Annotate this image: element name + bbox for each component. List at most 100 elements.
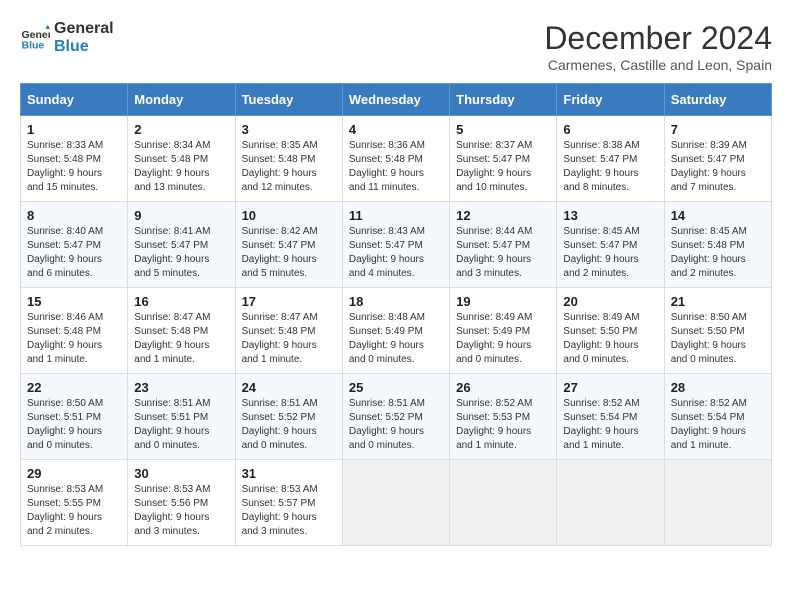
day-number: 2 xyxy=(134,122,228,137)
title-block: December 2024 Carmenes, Castille and Leo… xyxy=(544,20,772,73)
day-number: 20 xyxy=(563,294,657,309)
calendar-cell: 1 Sunrise: 8:33 AMSunset: 5:48 PMDaylight… xyxy=(21,116,128,202)
day-number: 16 xyxy=(134,294,228,309)
calendar-cell: 9Sunrise: 8:41 AMSunset: 5:47 PMDaylight… xyxy=(128,202,235,288)
day-number: 27 xyxy=(563,380,657,395)
calendar-header-row: SundayMondayTuesdayWednesdayThursdayFrid… xyxy=(21,84,772,116)
calendar-cell: 14 Sunrise: 8:45 AMSunset: 5:48 PMDayligh… xyxy=(664,202,771,288)
calendar-week-1: 1 Sunrise: 8:33 AMSunset: 5:48 PMDaylight… xyxy=(21,116,772,202)
calendar-cell: 26 Sunrise: 8:52 AMSunset: 5:53 PMDayligh… xyxy=(450,374,557,460)
calendar-cell: 19Sunrise: 8:49 AMSunset: 5:49 PMDayligh… xyxy=(450,288,557,374)
cell-info: Sunrise: 8:45 AMSunset: 5:47 PMDaylight:… xyxy=(563,226,639,279)
day-number: 19 xyxy=(456,294,550,309)
cell-info: Sunrise: 8:47 AMSunset: 5:48 PMDaylight:… xyxy=(134,312,210,365)
day-number: 6 xyxy=(563,122,657,137)
calendar-cell: 12 Sunrise: 8:44 AMSunset: 5:47 PMDayligh… xyxy=(450,202,557,288)
calendar-cell: 21 Sunrise: 8:50 AMSunset: 5:50 PMDayligh… xyxy=(664,288,771,374)
day-number: 1 xyxy=(27,122,121,137)
calendar-cell xyxy=(342,460,449,546)
calendar-cell: 30 Sunrise: 8:53 AMSunset: 5:56 PMDayligh… xyxy=(128,460,235,546)
cell-info: Sunrise: 8:53 AMSunset: 5:57 PMDaylight:… xyxy=(242,484,318,537)
calendar-cell: 7Sunrise: 8:39 AMSunset: 5:47 PMDaylight… xyxy=(664,116,771,202)
cell-info: Sunrise: 8:51 AMSunset: 5:52 PMDaylight:… xyxy=(242,398,318,451)
day-number: 21 xyxy=(671,294,765,309)
day-number: 8 xyxy=(27,208,121,223)
cell-info: Sunrise: 8:41 AMSunset: 5:47 PMDaylight:… xyxy=(134,226,210,279)
day-number: 26 xyxy=(456,380,550,395)
calendar-cell: 11Sunrise: 8:43 AMSunset: 5:47 PMDayligh… xyxy=(342,202,449,288)
cell-info: Sunrise: 8:53 AMSunset: 5:55 PMDaylight:… xyxy=(27,484,103,537)
day-number: 5 xyxy=(456,122,550,137)
cell-info: Sunrise: 8:47 AMSunset: 5:48 PMDaylight:… xyxy=(242,312,318,365)
cell-info: Sunrise: 8:48 AMSunset: 5:49 PMDaylight:… xyxy=(349,312,425,365)
cell-info: Sunrise: 8:52 AMSunset: 5:54 PMDaylight:… xyxy=(671,398,747,451)
day-number: 31 xyxy=(242,466,336,481)
cell-info: Sunrise: 8:52 AMSunset: 5:53 PMDaylight:… xyxy=(456,398,532,451)
location-subtitle: Carmenes, Castille and Leon, Spain xyxy=(544,57,772,73)
calendar-cell: 29 Sunrise: 8:53 AMSunset: 5:55 PMDayligh… xyxy=(21,460,128,546)
day-number: 14 xyxy=(671,208,765,223)
page-header: General Blue General Blue December 2024 … xyxy=(20,20,772,73)
calendar-body: 1 Sunrise: 8:33 AMSunset: 5:48 PMDaylight… xyxy=(21,116,772,546)
cell-info: Sunrise: 8:49 AMSunset: 5:50 PMDaylight:… xyxy=(563,312,639,365)
cell-info: Sunrise: 8:52 AMSunset: 5:54 PMDaylight:… xyxy=(563,398,639,451)
calendar-cell: 3 Sunrise: 8:35 AMSunset: 5:48 PMDaylight… xyxy=(235,116,342,202)
calendar-cell: 16 Sunrise: 8:47 AMSunset: 5:48 PMDayligh… xyxy=(128,288,235,374)
month-title: December 2024 xyxy=(544,20,772,57)
cell-info: Sunrise: 8:37 AMSunset: 5:47 PMDaylight:… xyxy=(456,140,532,193)
logo: General Blue General Blue xyxy=(20,20,114,55)
day-number: 25 xyxy=(349,380,443,395)
cell-info: Sunrise: 8:34 AMSunset: 5:48 PMDaylight:… xyxy=(134,140,210,193)
calendar-cell: 6Sunrise: 8:38 AMSunset: 5:47 PMDaylight… xyxy=(557,116,664,202)
day-number: 3 xyxy=(242,122,336,137)
day-number: 13 xyxy=(563,208,657,223)
calendar-week-3: 15Sunrise: 8:46 AMSunset: 5:48 PMDayligh… xyxy=(21,288,772,374)
header-thursday: Thursday xyxy=(450,84,557,116)
header-friday: Friday xyxy=(557,84,664,116)
day-number: 24 xyxy=(242,380,336,395)
day-number: 7 xyxy=(671,122,765,137)
calendar-week-4: 22Sunrise: 8:50 AMSunset: 5:51 PMDayligh… xyxy=(21,374,772,460)
cell-info: Sunrise: 8:53 AMSunset: 5:56 PMDaylight:… xyxy=(134,484,210,537)
cell-info: Sunrise: 8:51 AMSunset: 5:52 PMDaylight:… xyxy=(349,398,425,451)
calendar-cell: 27 Sunrise: 8:52 AMSunset: 5:54 PMDayligh… xyxy=(557,374,664,460)
cell-info: Sunrise: 8:45 AMSunset: 5:48 PMDaylight:… xyxy=(671,226,747,279)
day-number: 29 xyxy=(27,466,121,481)
cell-info: Sunrise: 8:46 AMSunset: 5:48 PMDaylight:… xyxy=(27,312,103,365)
day-number: 11 xyxy=(349,208,443,223)
calendar-cell xyxy=(664,460,771,546)
calendar-cell: 4 Sunrise: 8:36 AMSunset: 5:48 PMDaylight… xyxy=(342,116,449,202)
header-tuesday: Tuesday xyxy=(235,84,342,116)
calendar-cell: 31 Sunrise: 8:53 AMSunset: 5:57 PMDayligh… xyxy=(235,460,342,546)
day-number: 10 xyxy=(242,208,336,223)
calendar-week-2: 8 Sunrise: 8:40 AMSunset: 5:47 PMDaylight… xyxy=(21,202,772,288)
calendar-cell xyxy=(557,460,664,546)
day-number: 28 xyxy=(671,380,765,395)
day-number: 12 xyxy=(456,208,550,223)
calendar-week-5: 29 Sunrise: 8:53 AMSunset: 5:55 PMDayligh… xyxy=(21,460,772,546)
calendar-cell xyxy=(450,460,557,546)
calendar-cell: 20 Sunrise: 8:49 AMSunset: 5:50 PMDayligh… xyxy=(557,288,664,374)
calendar-cell: 15Sunrise: 8:46 AMSunset: 5:48 PMDayligh… xyxy=(21,288,128,374)
cell-info: Sunrise: 8:44 AMSunset: 5:47 PMDaylight:… xyxy=(456,226,532,279)
calendar-cell: 28 Sunrise: 8:52 AMSunset: 5:54 PMDayligh… xyxy=(664,374,771,460)
cell-info: Sunrise: 8:42 AMSunset: 5:47 PMDaylight:… xyxy=(242,226,318,279)
calendar-cell: 8 Sunrise: 8:40 AMSunset: 5:47 PMDaylight… xyxy=(21,202,128,288)
cell-info: Sunrise: 8:36 AMSunset: 5:48 PMDaylight:… xyxy=(349,140,425,193)
cell-info: Sunrise: 8:33 AMSunset: 5:48 PMDaylight:… xyxy=(27,140,103,193)
calendar-cell: 10 Sunrise: 8:42 AMSunset: 5:47 PMDayligh… xyxy=(235,202,342,288)
day-number: 4 xyxy=(349,122,443,137)
cell-info: Sunrise: 8:40 AMSunset: 5:47 PMDaylight:… xyxy=(27,226,103,279)
logo-general: General xyxy=(54,20,114,38)
calendar-cell: 18Sunrise: 8:48 AMSunset: 5:49 PMDayligh… xyxy=(342,288,449,374)
calendar-cell: 2 Sunrise: 8:34 AMSunset: 5:48 PMDaylight… xyxy=(128,116,235,202)
calendar-cell: 24 Sunrise: 8:51 AMSunset: 5:52 PMDayligh… xyxy=(235,374,342,460)
logo-blue: Blue xyxy=(54,38,114,56)
cell-info: Sunrise: 8:35 AMSunset: 5:48 PMDaylight:… xyxy=(242,140,318,193)
calendar-cell: 23Sunrise: 8:51 AMSunset: 5:51 PMDayligh… xyxy=(128,374,235,460)
day-number: 22 xyxy=(27,380,121,395)
cell-info: Sunrise: 8:50 AMSunset: 5:50 PMDaylight:… xyxy=(671,312,747,365)
day-number: 30 xyxy=(134,466,228,481)
calendar-cell: 25 Sunrise: 8:51 AMSunset: 5:52 PMDayligh… xyxy=(342,374,449,460)
cell-info: Sunrise: 8:51 AMSunset: 5:51 PMDaylight:… xyxy=(134,398,210,451)
